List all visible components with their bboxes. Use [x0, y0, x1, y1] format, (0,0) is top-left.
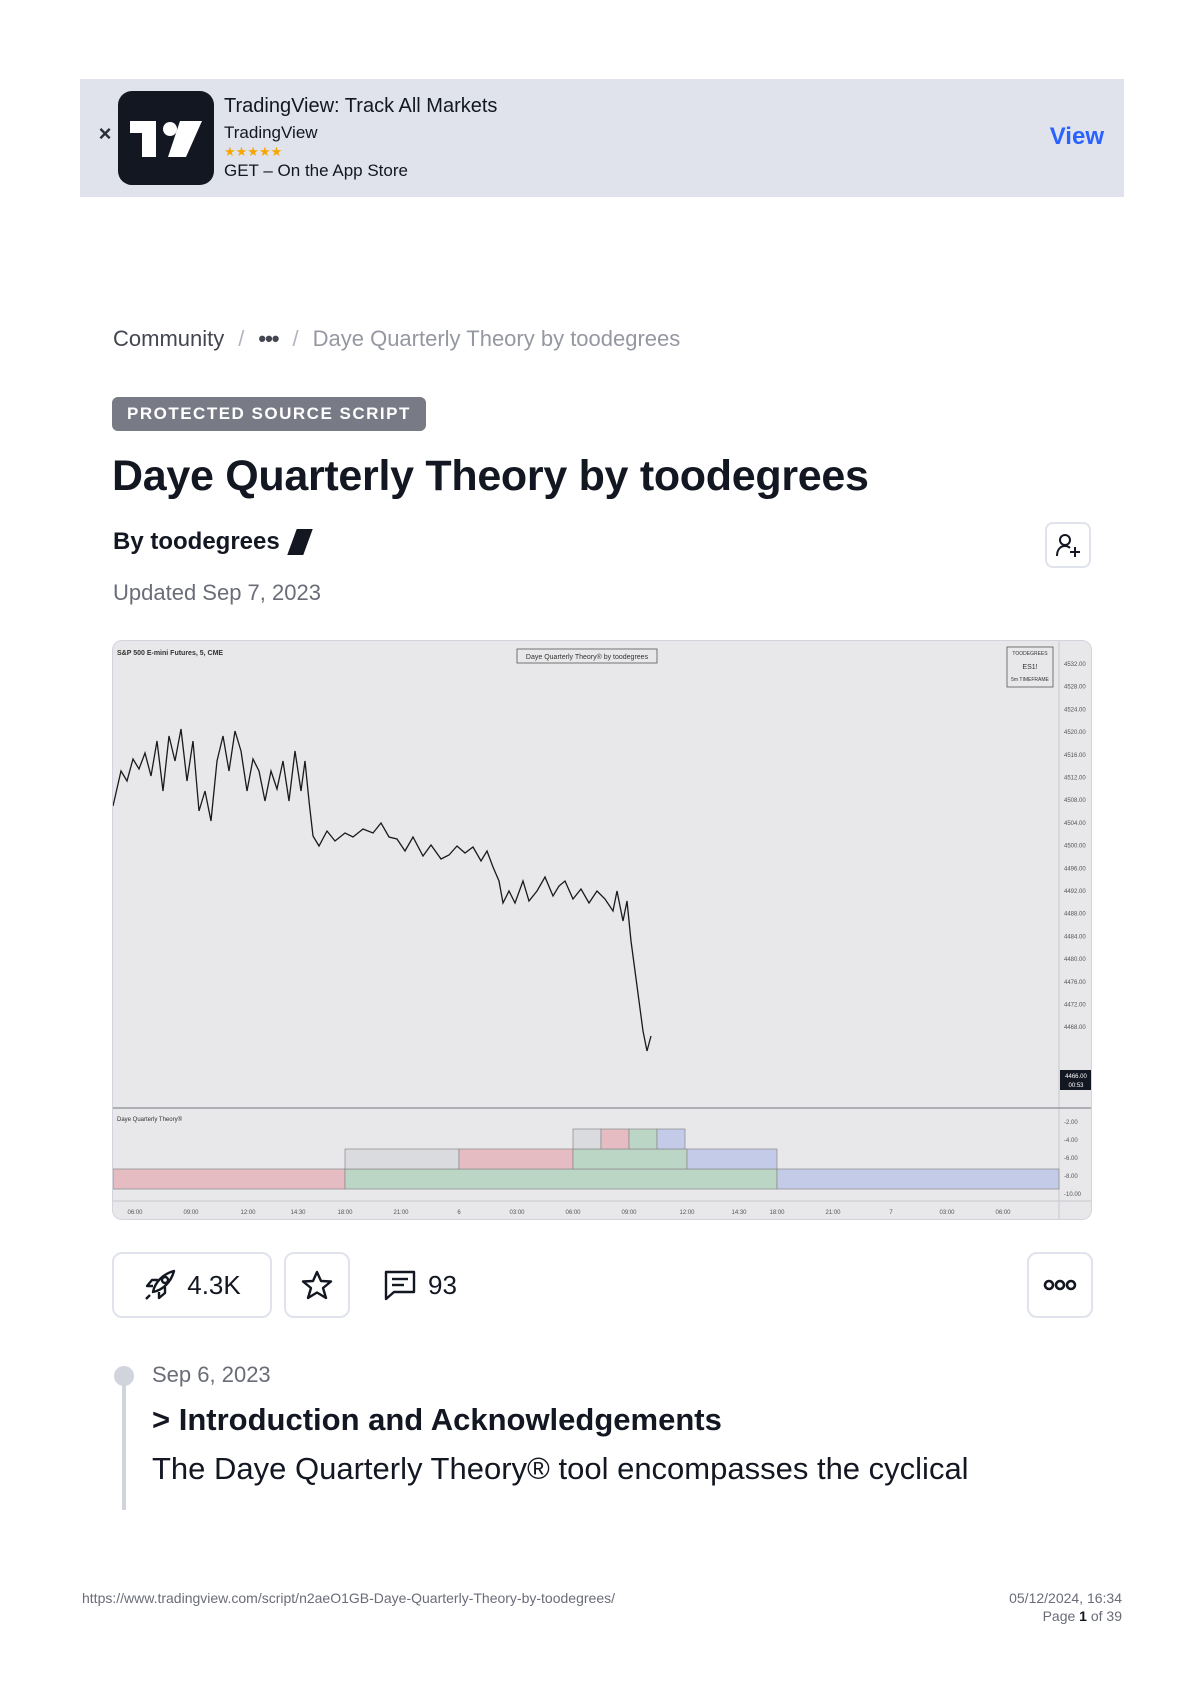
timeline-line: [122, 1372, 126, 1510]
footer-datetime: 05/12/2024, 16:34: [1009, 1590, 1122, 1606]
updated-date: Updated Sep 7, 2023: [113, 580, 321, 605]
price-tick-label: 4484.00: [1064, 934, 1086, 940]
page-title: Daye Quarterly Theory by toodegrees: [112, 452, 869, 500]
watermark-brand: TOODEGREES: [1012, 651, 1048, 657]
page-number: 1: [1079, 1608, 1087, 1624]
app-store-text: GET – On the App Store: [224, 161, 408, 180]
app-banner: × TradingView: Track All Markets Trading…: [80, 79, 1124, 197]
pane-tick-label: -2.00: [1064, 1120, 1078, 1126]
boost-button[interactable]: 4.3K: [112, 1252, 272, 1318]
view-button[interactable]: View: [1050, 123, 1104, 151]
comment-count: 93: [428, 1269, 457, 1300]
app-developer: TradingView: [224, 123, 318, 142]
breadcrumb: Community / ••• / Daye Quarterly Theory …: [113, 326, 680, 352]
page-total: of 39: [1086, 1608, 1122, 1624]
more-icon: [1043, 1279, 1077, 1291]
breadcrumb-separator: /: [292, 326, 299, 351]
time-tick-label: 06:00: [995, 1210, 1011, 1216]
add-user-icon: [1056, 534, 1080, 557]
watermark-symbol: ES1!: [1022, 664, 1037, 671]
price-tick-label: 4524.00: [1064, 707, 1086, 713]
timeline-date: Sep 6, 2023: [152, 1362, 271, 1387]
page-prefix: Page: [1042, 1608, 1080, 1624]
price-tick-label: 4492.00: [1064, 889, 1086, 895]
follow-button[interactable]: [1045, 522, 1091, 568]
time-tick-label: 21:00: [825, 1210, 841, 1216]
footer-page: Page 1 of 39: [1043, 1608, 1122, 1624]
description-heading: > Introduction and Acknowledgements: [152, 1402, 722, 1437]
close-icon[interactable]: ×: [94, 123, 116, 145]
more-button[interactable]: [1027, 1252, 1093, 1318]
price-tick-label: 4528.00: [1064, 685, 1086, 691]
breadcrumb-current: Daye Quarterly Theory by toodegrees: [312, 326, 681, 351]
price-tick-label: 4472.00: [1064, 1003, 1086, 1009]
time-tick-label: 06:00: [565, 1210, 581, 1216]
description-body: The Daye Quarterly Theory® tool encompas…: [152, 1451, 969, 1486]
time-tick-label: 12:00: [240, 1210, 256, 1216]
price-tick-label: 4468.00: [1064, 1025, 1086, 1031]
time-tick-label: 14:30: [290, 1210, 306, 1216]
time-tick-label: 18:00: [337, 1210, 353, 1216]
time-tick-label: 14:30: [731, 1210, 747, 1216]
price-tick-label: 4516.00: [1064, 753, 1086, 759]
pane-tick-label: -8.00: [1064, 1174, 1078, 1180]
pane-tick-label: -10.00: [1064, 1192, 1082, 1198]
breadcrumb-ellipsis[interactable]: •••: [258, 326, 279, 352]
favorite-button[interactable]: [284, 1252, 350, 1318]
price-tick-label: 4480.00: [1064, 957, 1086, 963]
protected-source-badge: PROTECTED SOURCE SCRIPT: [112, 397, 426, 431]
pine-pen-icon: [286, 529, 313, 555]
author[interactable]: By toodegrees: [113, 528, 313, 556]
pane-tick-label: -6.00: [1064, 1156, 1078, 1162]
timeline-dot: [114, 1366, 134, 1386]
comments-button[interactable]: 93: [380, 1252, 490, 1318]
time-tick-label: 12:00: [679, 1210, 695, 1216]
time-tick-label: 09:00: [621, 1210, 637, 1216]
boost-count: 4.3K: [187, 1269, 241, 1300]
price-tick-label: 4476.00: [1064, 980, 1086, 986]
price-tick-label: 4500.00: [1064, 844, 1086, 850]
chart-symbol: S&P 500 E-mini Futures, 5, CME: [117, 650, 223, 657]
indicator-title: Daye Quarterly Theory® by toodegrees: [526, 653, 649, 661]
breadcrumb-community[interactable]: Community: [113, 326, 224, 352]
chart-snapshot[interactable]: S&P 500 E-mini Futures, 5, CME Daye Quar…: [112, 640, 1092, 1220]
comment-icon: [384, 1270, 416, 1301]
time-tick-label: 21:00: [393, 1210, 409, 1216]
author-name[interactable]: By toodegrees: [113, 528, 280, 556]
price-tick-label: 4508.00: [1064, 798, 1086, 804]
time-tick-label: 18:00: [769, 1210, 785, 1216]
last-price: 4466.00: [1065, 1074, 1087, 1080]
price-tick-label: 4488.00: [1064, 912, 1086, 918]
price-tick-label: 4504.00: [1064, 821, 1086, 827]
footer-url: https://www.tradingview.com/script/n2aeO…: [82, 1590, 615, 1606]
time-tick-label: 06:00: [127, 1210, 143, 1216]
price-tick-label: 4520.00: [1064, 730, 1086, 736]
app-title: TradingView: Track All Markets: [224, 95, 498, 117]
breadcrumb-separator: /: [238, 326, 245, 351]
rating-stars: ★★★★★: [224, 144, 283, 159]
rocket-icon: [145, 1269, 176, 1300]
pane-title: Daye Quarterly Theory®: [117, 1116, 183, 1123]
time-tick-label: 03:00: [509, 1210, 525, 1216]
price-tick-label: 4496.00: [1064, 866, 1086, 872]
star-icon: [301, 1270, 333, 1300]
pane-tick-label: -4.00: [1064, 1138, 1078, 1144]
price-tick-label: 4512.00: [1064, 776, 1086, 782]
tradingview-logo: [118, 91, 214, 185]
watermark-timeframe: 5m TIMEFRAME: [1011, 677, 1049, 683]
last-price-timer: 00:53: [1068, 1083, 1084, 1089]
time-tick-label: 03:00: [939, 1210, 955, 1216]
time-tick-label: 09:00: [183, 1210, 199, 1216]
price-tick-label: 4532.00: [1064, 662, 1086, 668]
